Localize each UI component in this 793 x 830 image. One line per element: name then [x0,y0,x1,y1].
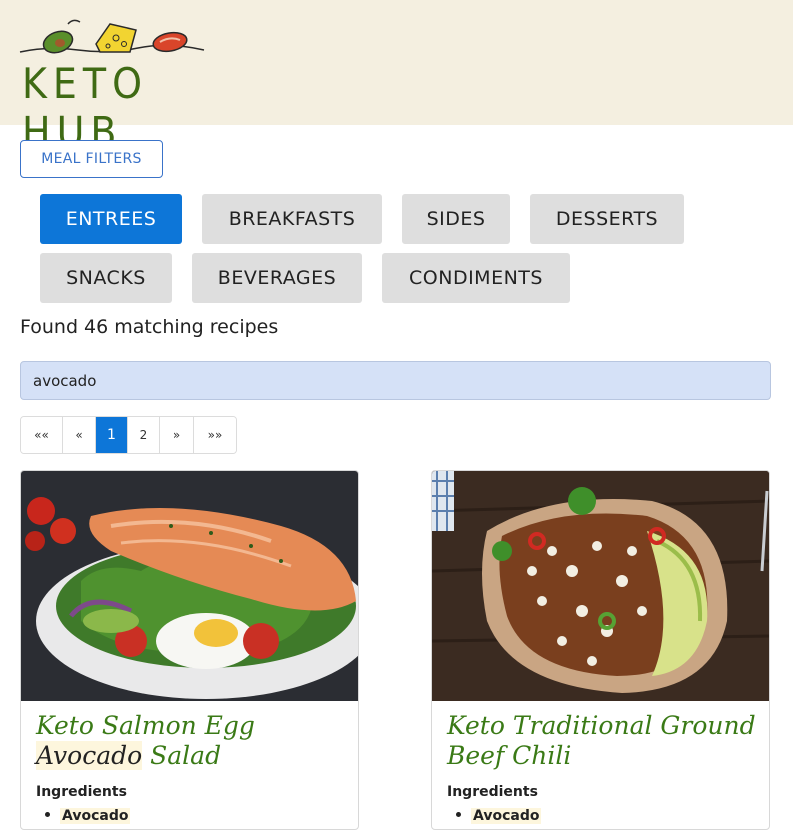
food-doodle-icon [19,19,205,54]
ingredients-heading: Ingredients [36,784,127,800]
category-condiments-button[interactable]: CONDIMENTS [382,253,570,303]
ingredient-list: Avocado [36,808,131,824]
page-1-button[interactable]: 1 [96,417,128,453]
category-entrees-button[interactable]: ENTREES [40,194,182,244]
beef-chili-image[interactable] [432,471,770,701]
recipe-card[interactable]: Keto Traditional Ground Beef Chili Ingre… [431,470,770,830]
ingredients-heading: Ingredients [447,784,538,800]
prev-page-button[interactable]: « [63,417,96,453]
ingredient-item: Avocado [471,808,542,824]
ingredient-item: Avocado [60,808,131,824]
next-page-button[interactable]: » [160,417,194,453]
recipe-card[interactable]: Keto Salmon Egg Avocado Salad Ingredient… [20,470,359,830]
first-page-button[interactable]: «« [21,417,63,453]
recipe-title[interactable]: Keto Salmon Egg Avocado Salad [36,711,351,771]
site-header: KETO HUB [0,0,793,156]
meal-filters-button[interactable]: MEAL FILTERS [20,140,163,178]
ingredient-list: Avocado [447,808,542,824]
search-input[interactable]: avocado [20,361,771,400]
results-count: Found 46 matching recipes [20,316,279,338]
last-page-button[interactable]: »» [194,417,236,453]
category-snacks-button[interactable]: SNACKS [40,253,172,303]
category-breakfasts-button[interactable]: BREAKFASTS [202,194,382,244]
page-2-button[interactable]: 2 [128,417,160,453]
salmon-salad-image[interactable] [21,471,359,701]
category-beverages-button[interactable]: BEVERAGES [192,253,362,303]
pagination: «« « 1 2 » »» [20,416,237,454]
category-sides-button[interactable]: SIDES [402,194,510,244]
keto-hub-logo[interactable]: KETO HUB [18,16,208,156]
search-highlight: Avocado [36,741,143,770]
category-desserts-button[interactable]: DESSERTS [530,194,684,244]
recipe-title[interactable]: Keto Traditional Ground Beef Chili [447,711,762,771]
